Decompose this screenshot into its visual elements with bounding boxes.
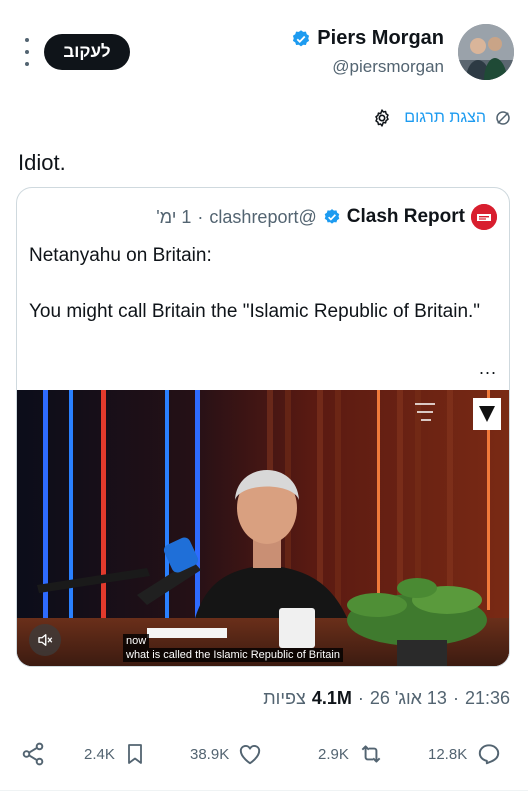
translate-link[interactable]: הצגת תרגום	[404, 109, 486, 127]
caption-line-2: what is called the Islamic Republic of B…	[123, 648, 343, 662]
settings-gear-icon[interactable]	[372, 108, 392, 128]
repost-count: 2.9K	[318, 745, 349, 763]
separator-dot: ·	[197, 206, 204, 227]
verified-badge-icon	[293, 29, 310, 46]
quoted-author-avatar[interactable]	[471, 204, 497, 230]
translate-row[interactable]: הצגת תרגום	[372, 108, 512, 128]
mute-button[interactable]	[29, 624, 61, 656]
repost-icon	[361, 745, 381, 763]
quoted-tweet-header: Clash Report @clashreport · 1 ימ'	[156, 204, 497, 230]
quoted-verified-badge-icon	[324, 209, 340, 224]
bookmark-button[interactable]: 2.4K	[84, 732, 147, 776]
quoted-author-name[interactable]: Clash Report	[347, 206, 465, 228]
author-name[interactable]: Piers Morgan	[317, 27, 444, 50]
video-caption: now what is called the Islamic Republic …	[123, 634, 343, 662]
video-frame-image	[17, 390, 509, 666]
meta-dot: ·	[452, 688, 459, 708]
divider	[0, 790, 528, 791]
bookmark-icon	[127, 744, 142, 764]
share-icon	[22, 742, 44, 766]
quoted-tweet-card[interactable]: Clash Report @clashreport · 1 ימ' Netany…	[16, 187, 510, 667]
views-count: 4.1M	[311, 688, 352, 708]
meta-dot-2: ·	[357, 688, 364, 708]
tweet-time[interactable]: 21:36	[465, 688, 510, 709]
quoted-tweet-time[interactable]: 1 ימ'	[156, 207, 191, 228]
like-button[interactable]: 38.9K	[190, 732, 263, 776]
speaker-muted-icon	[38, 634, 53, 646]
action-bar: 2.4K 38.9K 2.9K 12.8K	[0, 732, 528, 776]
tweet-text: Idiot.	[18, 150, 66, 175]
translate-icon	[496, 111, 510, 125]
like-count: 38.9K	[190, 745, 230, 763]
repost-button[interactable]: 2.9K	[318, 732, 385, 776]
more-options-icon[interactable]	[18, 38, 36, 66]
share-button[interactable]	[20, 732, 46, 776]
quoted-author-handle[interactable]: @clashreport	[209, 207, 316, 228]
quoted-text-line-1: Netanyahu on Britain:	[29, 245, 212, 266]
tweet-meta-row: 21:36 · 13 אוג' 26 · 4.1M צפיות	[263, 688, 510, 709]
reply-button[interactable]: 12.8K	[428, 732, 503, 776]
author-handle[interactable]: @piersmorgan	[332, 57, 444, 77]
reply-count: 12.8K	[428, 745, 468, 763]
caption-line-1: now	[123, 634, 150, 648]
bookmark-count: 2.4K	[84, 745, 115, 763]
quoted-text-line-2: You might call Britain the "Islamic Repu…	[29, 301, 481, 322]
video-player[interactable]: now what is called the Islamic Republic …	[17, 390, 509, 666]
quoted-tweet-text: Netanyahu on Britain: You might call Bri…	[29, 242, 489, 326]
author-avatar[interactable]	[458, 24, 514, 80]
views-label: צפיות	[263, 688, 306, 708]
author-name-row[interactable]: Piers Morgan	[291, 27, 444, 50]
tweet-date[interactable]: 13 אוג' 26	[370, 688, 447, 709]
heart-icon	[240, 744, 261, 765]
more-icon[interactable]: ...	[479, 358, 497, 379]
reply-bubble-icon	[479, 744, 500, 765]
follow-button[interactable]: לעקוב	[44, 34, 130, 70]
